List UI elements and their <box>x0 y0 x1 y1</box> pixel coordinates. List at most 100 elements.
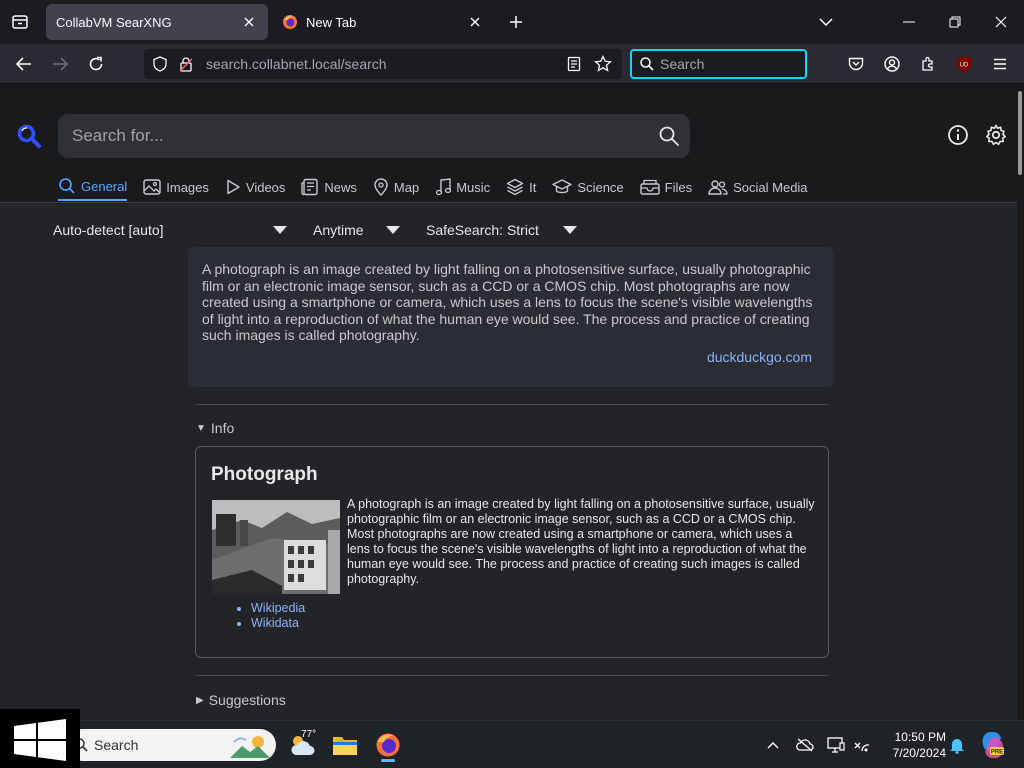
tab-label: Music <box>456 179 491 195</box>
url-text: search.collabnet.local/search <box>206 56 387 72</box>
search-submit-icon[interactable] <box>658 125 680 147</box>
search-highlight-landscape-icon <box>230 736 270 758</box>
tab-label: Videos <box>245 179 286 195</box>
taskbar-search-box[interactable]: Search <box>66 729 276 761</box>
tab-label: General <box>81 178 128 194</box>
tab-music[interactable]: Music <box>435 173 490 201</box>
tray-cloud-offline[interactable] <box>795 735 815 755</box>
close-icon <box>244 17 254 27</box>
tab-files[interactable]: Files <box>639 173 692 201</box>
url-path: /search <box>340 56 387 72</box>
infobox-title: Photograph <box>211 464 318 485</box>
wikipedia-link[interactable]: Wikipedia <box>251 601 305 616</box>
safesearch-select[interactable]: SafeSearch: Strict <box>426 222 577 238</box>
infobox-photo[interactable] <box>212 500 340 594</box>
shield-icon[interactable] <box>152 56 168 72</box>
info-toggle-label: Info <box>210 420 235 436</box>
back-button[interactable] <box>10 50 38 78</box>
minimize-button[interactable] <box>886 0 932 44</box>
search-icon <box>59 178 75 194</box>
pocket-button[interactable] <box>842 50 870 78</box>
answer-text: A photograph is an image created by ligh… <box>202 261 813 343</box>
tab-general[interactable]: General <box>58 173 128 201</box>
browser-search-input[interactable] <box>660 56 790 72</box>
layers-icon <box>506 178 524 196</box>
reload-button[interactable] <box>82 50 110 78</box>
search-query-input[interactable] <box>72 124 632 148</box>
instant-answer: A photograph is an image created by ligh… <box>188 247 834 387</box>
notifications-button[interactable] <box>947 735 967 755</box>
scrollbar-thumb[interactable] <box>1018 91 1022 175</box>
account-button[interactable] <box>878 50 906 78</box>
tab-overflow-button[interactable] <box>812 8 840 36</box>
list-all-tabs-button[interactable] <box>6 8 34 36</box>
play-icon <box>227 179 240 195</box>
time-range-select[interactable]: Anytime <box>313 222 400 238</box>
info-toggle[interactable]: ▼ Info <box>196 420 234 436</box>
tab-it[interactable]: It <box>506 173 536 201</box>
forward-button[interactable] <box>46 50 74 78</box>
tray-network[interactable] <box>852 735 872 755</box>
tab-images[interactable]: Images <box>143 173 209 201</box>
tab-news[interactable]: News <box>301 173 357 201</box>
extensions-button[interactable] <box>914 50 942 78</box>
new-tab-button[interactable] <box>502 8 530 36</box>
suggestions-toggle[interactable]: ▶ Suggestions <box>196 692 286 708</box>
answer-source-link[interactable]: duckduckgo.com <box>707 349 812 366</box>
tab-title: CollabVM SearXNG <box>56 14 172 30</box>
bell-icon <box>950 739 964 754</box>
tab-bar: CollabVM SearXNG New Tab <box>0 0 1024 44</box>
taskbar-search-label: Search <box>94 737 139 753</box>
file-tray-icon <box>639 179 660 195</box>
taskbar-clock[interactable]: 10:50 PM 7/20/2024 <box>880 729 946 761</box>
windows-logo-icon <box>14 719 66 761</box>
app-menu-button[interactable] <box>986 50 1014 78</box>
close-icon <box>470 17 480 27</box>
wikidata-link[interactable]: Wikidata <box>251 616 305 631</box>
minimize-icon <box>903 21 915 23</box>
infobox: Photograph A photograph is an image crea… <box>195 446 829 658</box>
music-note-icon <box>436 178 452 196</box>
firefox-icon <box>283 15 297 29</box>
info-circle-icon[interactable] <box>946 123 970 147</box>
language-select[interactable]: Auto-detect [auto] <box>53 222 287 238</box>
caret-down-icon <box>273 226 287 234</box>
firefox-icon <box>376 733 400 757</box>
tab-label: It <box>529 179 537 195</box>
ublock-origin-button[interactable]: UD <box>950 50 978 78</box>
copilot-button[interactable]: PRE <box>980 732 1006 758</box>
close-window-button[interactable] <box>978 0 1024 44</box>
close-tab-button[interactable] <box>466 13 484 31</box>
start-button[interactable] <box>0 709 80 768</box>
tab-map[interactable]: Map <box>373 173 419 201</box>
tab-title: New Tab <box>306 14 357 30</box>
taskbar-firefox[interactable] <box>372 729 404 762</box>
reader-view-icon[interactable] <box>566 56 582 72</box>
category-tabs: General Images Videos News Map Music It … <box>58 173 824 203</box>
searxng-logo-icon[interactable] <box>16 123 42 149</box>
lock-insecure-icon[interactable] <box>178 56 194 72</box>
tab-collabvm-searxng[interactable]: CollabVM SearXNG <box>46 4 268 40</box>
copilot-icon: PRE <box>982 732 1004 758</box>
url-bar[interactable]: search.collabnet.local/search <box>144 49 622 79</box>
show-hidden-icons-button[interactable] <box>763 735 783 755</box>
browser-search-box[interactable] <box>630 49 807 79</box>
arrow-left-icon <box>16 57 31 71</box>
web-page: General Images Videos News Map Music <box>0 85 1024 720</box>
restore-icon <box>949 16 961 28</box>
tab-science[interactable]: Science <box>552 173 624 201</box>
tab-new-tab[interactable]: New Tab <box>272 4 494 40</box>
close-tab-button[interactable] <box>240 13 258 31</box>
pocket-icon <box>848 57 864 71</box>
tab-videos[interactable]: Videos <box>225 173 286 201</box>
taskbar-file-explorer[interactable] <box>329 729 361 761</box>
star-bookmark-icon[interactable] <box>594 55 612 73</box>
restore-button[interactable] <box>932 0 978 44</box>
tray-display[interactable] <box>826 735 846 755</box>
time-range-value: Anytime <box>313 222 364 238</box>
people-icon <box>708 180 728 195</box>
page-scrollbar[interactable] <box>1017 85 1024 720</box>
tab-social-media[interactable]: Social Media <box>708 173 808 201</box>
account-icon <box>884 56 900 72</box>
gear-settings-icon[interactable] <box>984 123 1008 147</box>
